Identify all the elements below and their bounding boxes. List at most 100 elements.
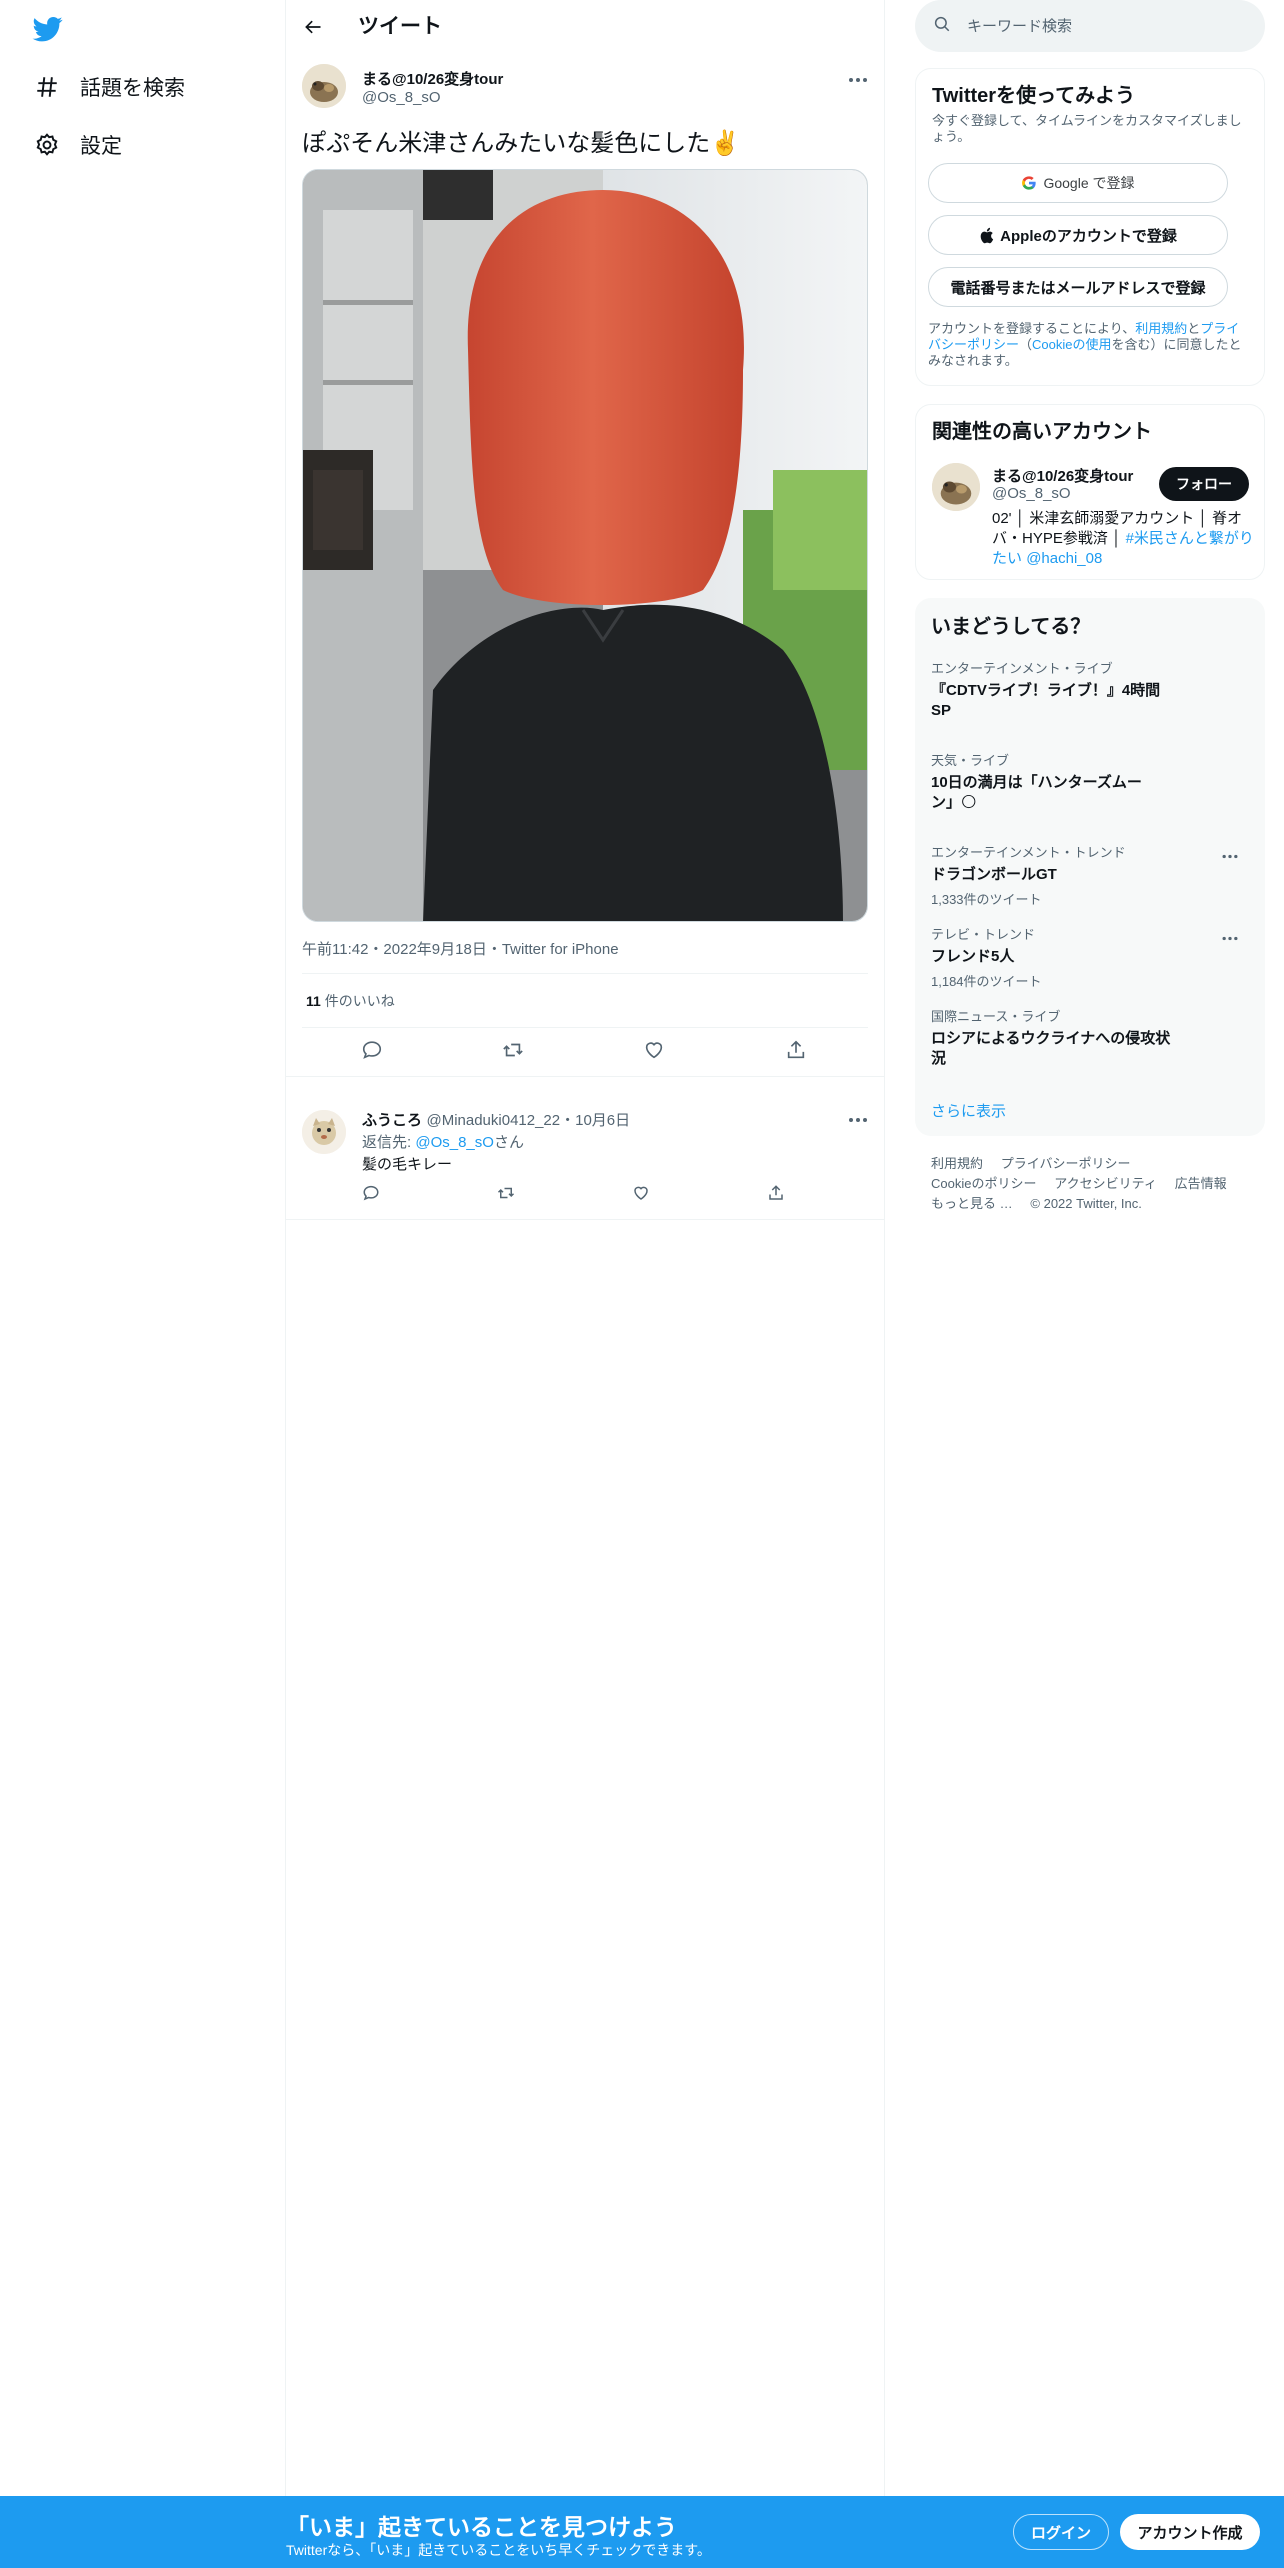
more-options-button[interactable] [843, 64, 873, 94]
legal-pre: アカウントを登録することにより、 [928, 321, 1136, 336]
likes-number: 11 [306, 993, 321, 1009]
reply-to-handle-link[interactable]: @Os_8_sO [415, 1134, 494, 1151]
nav-item-explore[interactable]: 話題を検索 [30, 62, 185, 112]
like-button[interactable] [621, 1175, 661, 1215]
phone-email-signup-button[interactable]: 電話番号またはメールアドレスで登録 [928, 267, 1228, 307]
signup-button[interactable]: アカウント作成 [1120, 2514, 1260, 2550]
signup-legal-text: アカウントを登録することにより、利用規約とプライバシーポリシー（Cookieの使… [928, 321, 1248, 369]
avatar[interactable] [932, 463, 980, 511]
trend-count: 1,184件のツイート [931, 974, 1042, 989]
footer-ads-link[interactable]: 広告情報 [1175, 1176, 1227, 1191]
apple-signup-button[interactable]: Appleのアカウントで登録 [928, 215, 1228, 255]
trend-title: 10日の満月は「ハンターズムーン」🌕 [931, 774, 1142, 811]
likes-label: 件のいいね [320, 993, 395, 1009]
retweet-button[interactable] [493, 1032, 533, 1072]
trend-category: テレビ・トレンド [931, 927, 1036, 942]
trend-item[interactable]: エンターテインメント・トレンド ドラゴンボールGT 1,333件のツイート [931, 842, 1249, 908]
trend-category: エンターテインメント・ライブ [931, 661, 1113, 676]
reply-author-name[interactable]: ふうころ [362, 1112, 422, 1129]
trend-item[interactable]: テレビ・トレンド フレンド5人 1,184件のツイート [931, 924, 1249, 990]
trend-item[interactable]: 国際ニュース・ライブ ロシアによるウクライナへの侵攻状況 [931, 1006, 1249, 1069]
signup-card: Twitterを使ってみよう 今すぐ登録して、タイムラインをカスタマイズしましょ… [915, 68, 1265, 386]
share-button[interactable] [756, 1175, 796, 1215]
trend-count: 1,333件のツイート [931, 892, 1042, 907]
reply-text: 髪の毛キレー [362, 1156, 453, 1173]
trend-title: ロシアによるウクライナへの侵攻状況 [931, 1030, 1171, 1067]
trend-title: ドラゴンボールGT [931, 866, 1057, 883]
trends-card-title: いまどうしてる？ [931, 616, 1091, 638]
apple-signup-label: Appleのアカウントで登録 [1000, 227, 1177, 245]
banner-subtitle: Twitterなら、「いま」起きていることをいち早くチェックできます。 [286, 2542, 711, 2558]
comment-icon [362, 1184, 380, 1207]
show-more-link[interactable]: さらに表示 [931, 1100, 1006, 1121]
reply-button[interactable] [351, 1175, 391, 1215]
tweet-timestamp[interactable]: 午前11:42・2022年9月18日・Twitter for iPhone [302, 938, 619, 959]
share-button[interactable] [776, 1032, 816, 1072]
trend-category: 天気・ライブ [931, 753, 1010, 768]
search-icon [933, 15, 951, 38]
terms-link[interactable]: 利用規約 [1135, 321, 1187, 336]
footer-accessibility-link[interactable]: アクセシビリティ [1054, 1176, 1157, 1191]
reply-handle-date[interactable]: @Minaduki0412_22・10月6日 [426, 1112, 630, 1129]
divider [286, 1076, 884, 1077]
legal-paren: （ [1019, 337, 1033, 352]
ellipsis-icon [1221, 846, 1239, 864]
tweet-photo[interactable] [302, 169, 868, 922]
divider [302, 1027, 868, 1028]
nav-item-label: 設定 [80, 135, 122, 158]
footer-cookie-link[interactable]: Cookieのポリシー [931, 1176, 1036, 1191]
footer-privacy-link[interactable]: プライバシーポリシー [1001, 1156, 1131, 1171]
cookie-link[interactable]: Cookieの使用 [1032, 337, 1111, 352]
banner-title: 「いま」起きていることを見つけよう [286, 2514, 677, 2540]
reply-to-line: 返信先: @Os_8_sOさん [362, 1131, 524, 1152]
bio-mention-link[interactable]: @hachi_08 [1026, 550, 1102, 567]
nav-item-settings[interactable]: 設定 [30, 120, 122, 170]
search-box[interactable] [915, 0, 1265, 52]
trend-item[interactable]: エンターテインメント・ライブ 『CDTVライブ！ライブ！』4時間SP [931, 658, 1249, 721]
trend-title: 『CDTVライブ！ライブ！』4時間SP [931, 682, 1161, 719]
apple-icon [979, 227, 994, 244]
trend-item[interactable]: 天気・ライブ 10日の満月は「ハンターズムーン」🌕 [931, 750, 1249, 813]
reply-button[interactable] [352, 1032, 392, 1072]
related-account-name[interactable]: まる@10/26変身tour [992, 465, 1133, 486]
column-divider [285, 0, 286, 2568]
trend-category: エンターテインメント・トレンド [931, 845, 1126, 860]
phone-email-signup-label: 電話番号またはメールアドレスで登録 [950, 279, 1206, 297]
heart-icon [643, 1039, 665, 1066]
author-handle[interactable]: @Os_8_sO [362, 89, 441, 106]
ellipsis-icon [848, 70, 868, 88]
retweet-button[interactable] [486, 1175, 526, 1215]
more-options-button[interactable] [843, 1104, 873, 1134]
trends-card: いまどうしてる？ エンターテインメント・ライブ 『CDTVライブ！ライブ！』4時… [915, 598, 1265, 1136]
trend-more-button[interactable] [1215, 840, 1245, 870]
reply-header: ふうころ @Minaduki0412_22・10月6日 [362, 1109, 630, 1130]
avatar[interactable] [302, 1110, 346, 1154]
tweet-text: ぽぷそん米津さんみたいな髪色にした✌️ [302, 130, 741, 157]
google-signup-button[interactable]: Google で登録 [928, 163, 1228, 203]
heart-icon [632, 1184, 650, 1207]
related-accounts-card: 関連性の高いアカウント まる@10/26変身tour @Os_8_sO フォロー… [915, 404, 1265, 580]
google-icon [1021, 175, 1037, 191]
author-name[interactable]: まる@10/26変身tour [362, 68, 503, 89]
reply-to-suffix: さん [493, 1134, 524, 1151]
like-button[interactable] [634, 1032, 674, 1072]
related-account-handle[interactable]: @Os_8_sO [992, 485, 1071, 502]
related-card-title: 関連性の高いアカウント [932, 421, 1152, 443]
likes-count[interactable]: 11 件のいいね [306, 991, 395, 1011]
footer-links: 利用規約 プライバシーポリシー Cookieのポリシー アクセシビリティ 広告情… [931, 1154, 1261, 1214]
search-input[interactable] [965, 16, 1235, 36]
login-button[interactable]: ログイン [1013, 2514, 1109, 2550]
back-button[interactable] [296, 12, 330, 46]
ellipsis-icon [848, 1110, 868, 1128]
follow-button[interactable]: フォロー [1159, 467, 1249, 501]
twitter-logo-icon[interactable] [31, 14, 65, 44]
trend-more-button[interactable] [1215, 922, 1245, 952]
footer-terms-link[interactable]: 利用規約 [931, 1156, 983, 1171]
trend-title: フレンド5人 [931, 948, 1015, 965]
trend-category: 国際ニュース・ライブ [931, 1009, 1061, 1024]
avatar[interactable] [302, 64, 346, 108]
footer-more-link[interactable]: もっと見る … [931, 1196, 1013, 1211]
related-account-bio: 02' │ 米津玄師溺愛アカウント │ 脊オバ・HYPE参戦済 │ #米民さんと… [992, 509, 1254, 569]
google-signup-label: Google で登録 [1043, 175, 1135, 191]
reply-to-prefix: 返信先: [362, 1134, 416, 1151]
